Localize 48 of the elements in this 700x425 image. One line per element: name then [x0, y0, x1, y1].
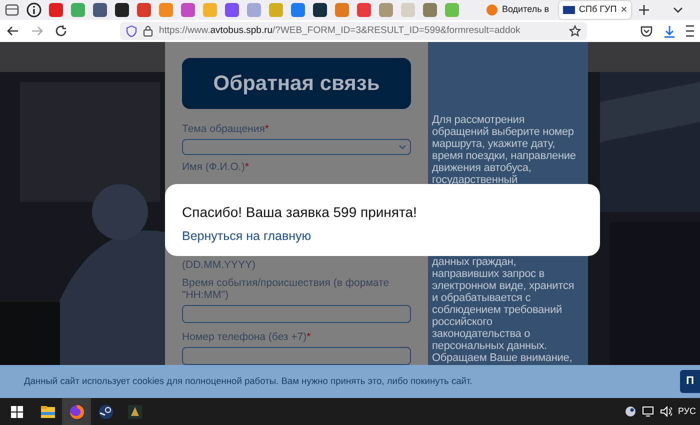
site-icon[interactable] — [92, 2, 108, 18]
menu-icon[interactable] — [686, 24, 694, 38]
browser-tab[interactable]: Водитель в — [482, 1, 554, 19]
start-icon[interactable] — [10, 406, 22, 418]
info-text: Для рассмотрения обращений выберите номер маршрута, укажите дату, время поездки, направление движения автобуса, государственный — [432, 114, 577, 186]
input-field[interactable] — [182, 347, 411, 365]
url-text: https://www.avtobus.spb.ru/?WEB_FORM_ID=3&RESULT_ID=599&formresult=addok — [159, 24, 520, 38]
success-message: Спасибо! Ваша заявка 599 принята! — [182, 204, 418, 220]
accept-button[interactable]: П — [680, 370, 700, 393]
forward-icon[interactable] — [30, 24, 44, 38]
cookie-text: Данный сайт использует cookies для полноценной работы. Вам нужно принять это, либо покинуть сайт. — [24, 374, 472, 388]
pocket-icon[interactable] — [640, 24, 653, 38]
site-icon — [563, 4, 576, 16]
field-label: Время события/происшествия (в формате "HH:MM") — [182, 277, 390, 302]
reload-icon[interactable] — [54, 24, 68, 38]
input-field[interactable] — [182, 305, 411, 324]
browser-tab[interactable]: СПб ГУП × — [559, 1, 632, 19]
home-link[interactable]: Вернуться на главную — [182, 227, 312, 246]
site-icon — [486, 4, 498, 16]
steam-icon[interactable] — [624, 406, 636, 417]
info-text: данных граждан, направивших запрос в электронном виде, хранится и обрабатывается с соблюдением требований российского законодательства о персональных данных. Обращаем Ваше внимание, — [432, 256, 576, 364]
steam-icon — [98, 404, 114, 420]
volume-icon[interactable] — [660, 406, 672, 417]
select-field[interactable] — [182, 139, 411, 156]
new-tab-icon[interactable] — [637, 3, 652, 17]
download-icon[interactable] — [663, 24, 676, 38]
network-icon[interactable] — [642, 406, 654, 417]
taskbar-app[interactable] — [62, 398, 91, 425]
field-label: Номер телефона (без +7)* — [182, 331, 312, 344]
form-title: Обратная связь — [182, 58, 411, 110]
browser-icon — [68, 404, 84, 420]
lock-icon[interactable] — [143, 25, 153, 37]
field-label: Тема обращения* — [182, 123, 270, 136]
address-bar[interactable]: https://www.avtobus.spb.ru/?WEB_FORM_ID=3&RESULT_ID=599&formresult=addok — [120, 22, 587, 40]
field-label: (DD.MM.YYYY) — [182, 259, 256, 272]
back-icon[interactable] — [6, 24, 20, 38]
language-indicator[interactable]: РУС — [678, 404, 696, 418]
site-icon[interactable] — [312, 2, 328, 18]
site-icon[interactable] — [114, 2, 130, 18]
chevron-down-icon — [399, 144, 406, 150]
tab-list-icon[interactable] — [4, 2, 20, 18]
field-label: Имя (Ф.И.О.)* — [182, 161, 250, 174]
info-icon[interactable] — [26, 2, 42, 18]
folder-icon — [40, 404, 56, 420]
game-icon — [126, 404, 142, 420]
shield-icon[interactable] — [126, 25, 137, 37]
close-icon[interactable]: × — [620, 4, 628, 16]
star-icon[interactable] — [569, 25, 581, 37]
